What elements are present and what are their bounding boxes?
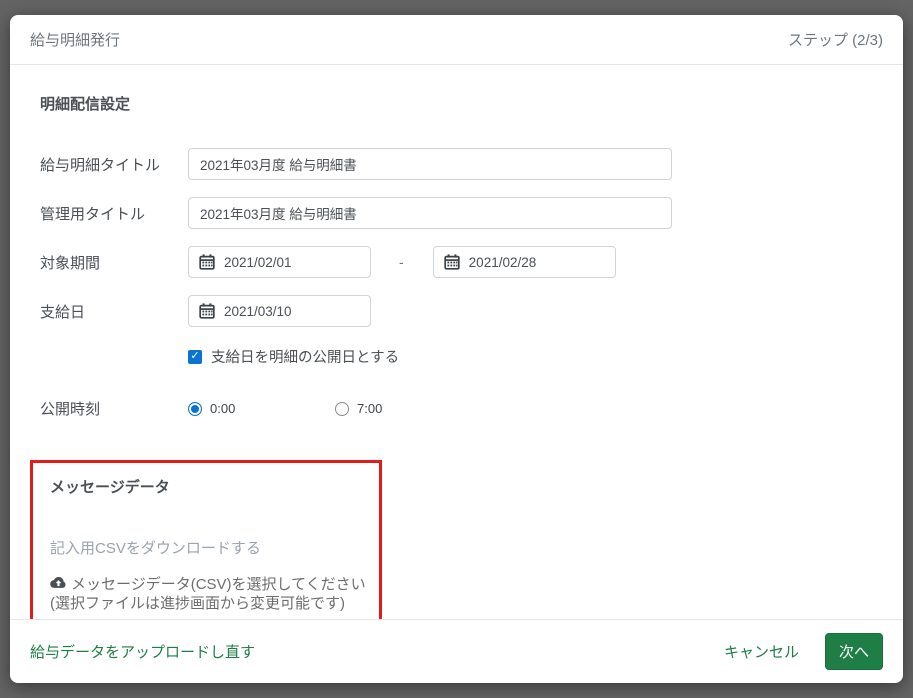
publish-time-label: 公開時刻 — [40, 401, 101, 418]
publish-time-option-0-label: 0:00 — [210, 401, 236, 416]
delivery-settings-heading: 明細配信設定 — [40, 96, 131, 113]
footer-actions: キャンセル 次へ — [724, 633, 883, 670]
publish-time-row: 公開時刻 0:00 7:00 — [40, 398, 883, 419]
upload-prompt-line2: (選択ファイルは進捗画面から変更可能です) — [50, 595, 367, 614]
dialog-title: 給与明細発行 — [30, 32, 121, 49]
radio-unselected-icon[interactable] — [335, 401, 349, 416]
payment-date-input[interactable]: 2021/03/10 — [188, 295, 371, 327]
cancel-link[interactable]: キャンセル — [724, 641, 799, 662]
payslip-title-row: 給与明細タイトル — [40, 148, 883, 180]
period-end-date-value: 2021/02/28 — [468, 254, 537, 270]
publish-date-checkbox[interactable]: ✓ — [188, 349, 202, 364]
payment-date-row: 支給日 2021/03/10 — [40, 295, 883, 327]
message-data-highlight-box: メッセージデータ 記入用CSVをダウンロードする メッセージデータ(CSV)を選… — [30, 460, 382, 619]
message-data-heading: メッセージデータ — [50, 479, 170, 496]
radio-selected-icon[interactable] — [188, 401, 202, 416]
payment-date-value: 2021/03/10 — [224, 303, 292, 319]
next-button[interactable]: 次へ — [824, 633, 883, 670]
publish-date-checkbox-row: ✓ 支給日を明細の公開日とする — [188, 346, 883, 367]
check-icon: ✓ — [190, 350, 200, 362]
dialog-header: 給与明細発行 ステップ (2/3) — [10, 15, 903, 65]
payslip-title-input[interactable] — [188, 148, 672, 180]
calendar-icon — [199, 254, 215, 270]
publish-date-checkbox-label[interactable]: 支給日を明細の公開日とする — [211, 346, 399, 367]
calendar-icon — [199, 303, 215, 319]
admin-title-label: 管理用タイトル — [40, 205, 146, 223]
reupload-payroll-data-link[interactable]: 給与データをアップロードし直す — [30, 641, 255, 662]
csv-upload-area[interactable]: メッセージデータ(CSV)を選択してください (選択ファイルは進捗画面から変更可… — [50, 576, 367, 614]
upload-prompt-text-2: (選択ファイルは進捗画面から変更可能です) — [50, 594, 345, 612]
cloud-upload-icon — [50, 576, 67, 590]
period-start-date-value: 2021/02/01 — [224, 254, 292, 270]
dialog-footer: 給与データをアップロードし直す キャンセル 次へ — [10, 619, 903, 683]
payslip-title-label: 給与明細タイトル — [40, 156, 161, 174]
download-csv-link[interactable]: 記入用CSVをダウンロードする — [50, 537, 367, 558]
publish-time-option-0[interactable]: 0:00 — [188, 401, 335, 416]
payment-date-label: 支給日 — [40, 303, 86, 321]
period-separator: - — [399, 254, 404, 270]
target-period-label: 対象期間 — [40, 254, 101, 272]
admin-title-row: 管理用タイトル — [40, 197, 883, 229]
publish-time-option-1-label: 7:00 — [357, 401, 383, 416]
dialog-body: 明細配信設定 給与明細タイトル 管理用タイトル 対象期間 — [10, 65, 903, 619]
payslip-issue-dialog: 給与明細発行 ステップ (2/3) 明細配信設定 給与明細タイトル 管理用タイト… — [10, 15, 903, 683]
admin-title-input[interactable] — [188, 197, 672, 229]
target-period-row: 対象期間 2021/02/01 - 2021/02/28 — [40, 246, 883, 278]
period-start-date-input[interactable]: 2021/02/01 — [188, 246, 371, 278]
publish-time-option-1[interactable]: 7:00 — [335, 401, 382, 416]
upload-prompt-line1: メッセージデータ(CSV)を選択してください — [50, 576, 367, 595]
period-end-date-input[interactable]: 2021/02/28 — [432, 246, 616, 278]
step-indicator: ステップ (2/3) — [787, 32, 883, 49]
calendar-icon — [444, 254, 460, 270]
upload-prompt-text-1: メッセージデータ(CSV)を選択してください — [71, 576, 366, 593]
